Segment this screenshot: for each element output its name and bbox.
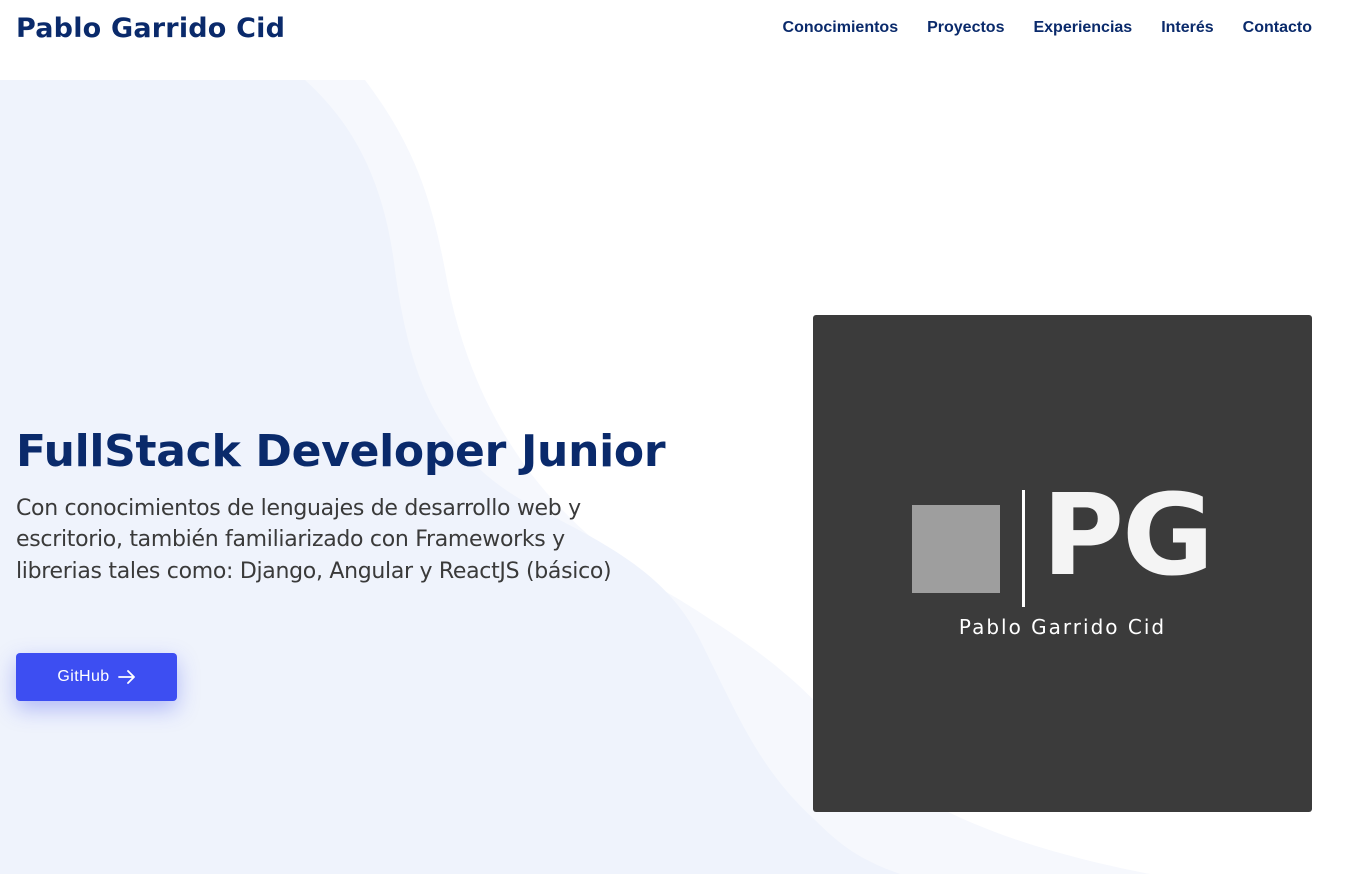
hero-section: FullStack Developer Junior Con conocimie… (0, 80, 1359, 874)
hero-content: FullStack Developer Junior Con conocimie… (16, 426, 666, 701)
brand-link[interactable]: Pablo Garrido Cid (16, 13, 285, 44)
navbar: Pablo Garrido Cid Conocimientos Proyecto… (0, 0, 1359, 56)
hero-title: FullStack Developer Junior (16, 426, 666, 477)
logo-square (912, 505, 1000, 593)
nav-link-experiencias[interactable]: Experiencias (1033, 19, 1132, 37)
logo-image: PG Pablo Garrido Cid (813, 315, 1312, 812)
nav-link-interes[interactable]: Interés (1161, 19, 1213, 37)
github-button-label: GitHub (57, 668, 110, 685)
arrow-right-icon (117, 670, 135, 684)
nav-link-conocimientos[interactable]: Conocimientos (783, 19, 899, 37)
logo-name: Pablo Garrido Cid (958, 615, 1167, 639)
nav-link-proyectos[interactable]: Proyectos (927, 19, 1004, 37)
github-button[interactable]: GitHub (16, 653, 177, 701)
nav-link-contacto[interactable]: Contacto (1243, 19, 1312, 37)
hero-subtitle: Con conocimientos de lenguajes de desarr… (16, 495, 612, 584)
logo-divider (1022, 490, 1025, 607)
nav-links: Conocimientos Proyectos Experiencias Int… (783, 19, 1312, 37)
logo-initials: PG (1042, 471, 1214, 601)
